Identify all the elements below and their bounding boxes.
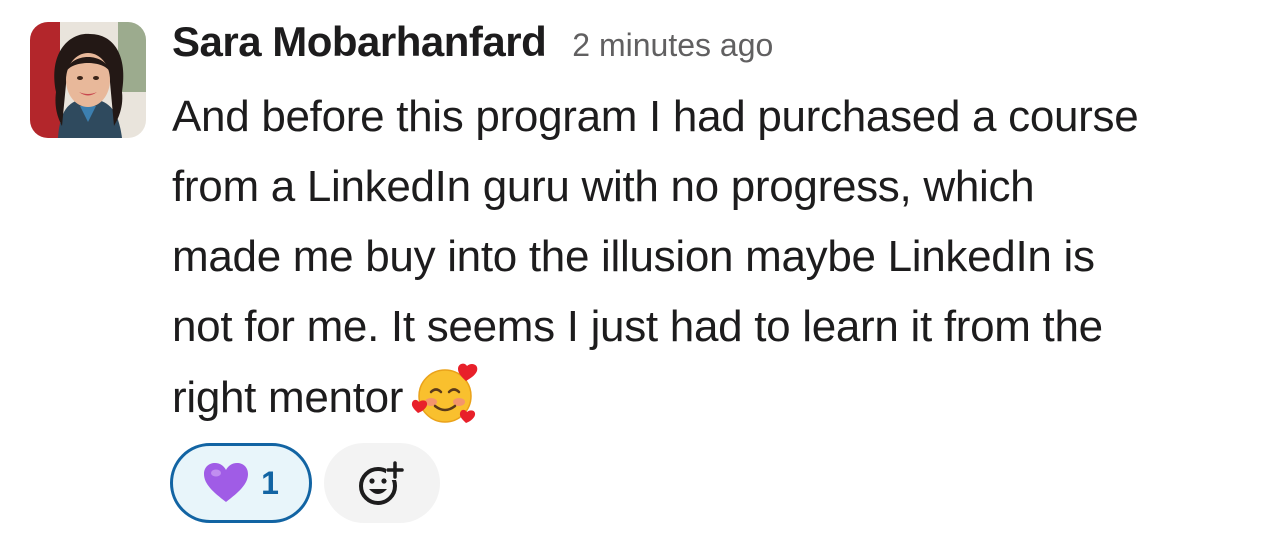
message-line: from a LinkedIn guru with no progress, w… [172,162,1035,211]
message-header: Sara Mobarhanfard 2 minutes ago [172,18,1252,80]
timestamp[interactable]: 2 minutes ago [572,27,773,64]
reactions-bar: 1 [170,443,440,523]
add-reaction-icon [359,461,404,505]
reaction-count: 1 [261,464,279,501]
add-reaction-button[interactable] [324,443,440,523]
reaction-purple-heart-button[interactable]: 1 [170,443,312,523]
purple-heart-icon [204,463,249,502]
avatar-photo-icon [30,22,146,138]
message-content: Sara Mobarhanfard 2 minutes ago And befo… [172,18,1252,433]
author-name[interactable]: Sara Mobarhanfard [172,18,547,66]
message-line: right mentor [172,373,404,422]
smiling-face-with-hearts-icon [409,362,483,426]
message-line: made me buy into the illusion maybe Link… [172,232,1095,281]
avatar[interactable] [30,22,146,138]
message-line: not for me. It seems I just had to learn… [172,302,1103,351]
message-line-last: right mentor [172,362,1252,433]
message-body: And before this program I had purchased … [172,82,1252,433]
message-line: And before this program I had purchased … [172,92,1139,141]
message: Sara Mobarhanfard 2 minutes ago And befo… [0,0,1264,552]
